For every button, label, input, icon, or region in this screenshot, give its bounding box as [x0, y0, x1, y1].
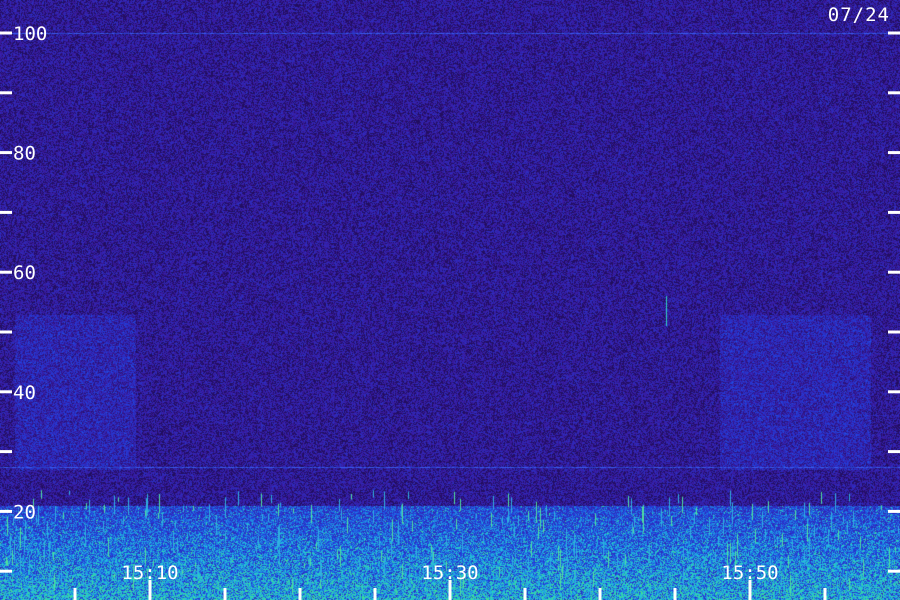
y-tick-label: 40 [13, 382, 36, 404]
y-tick-label: 60 [13, 262, 36, 284]
y-tick-label: 20 [13, 501, 36, 523]
x-tick-label: 15:10 [121, 562, 178, 584]
y-tick-label: 80 [13, 143, 36, 165]
y-tick-label: 100 [13, 23, 47, 45]
x-tick-label: 15:50 [721, 562, 778, 584]
chart-overlay: 100 80 60 40 20 15:10 15:30 15:50 [0, 23, 900, 600]
date-label: 07/24 [827, 4, 890, 26]
x-tick-label: 15:30 [421, 562, 478, 584]
x-axis: 15:10 15:30 15:50 [73, 562, 827, 600]
y-axis: 100 80 60 40 20 [0, 23, 900, 573]
